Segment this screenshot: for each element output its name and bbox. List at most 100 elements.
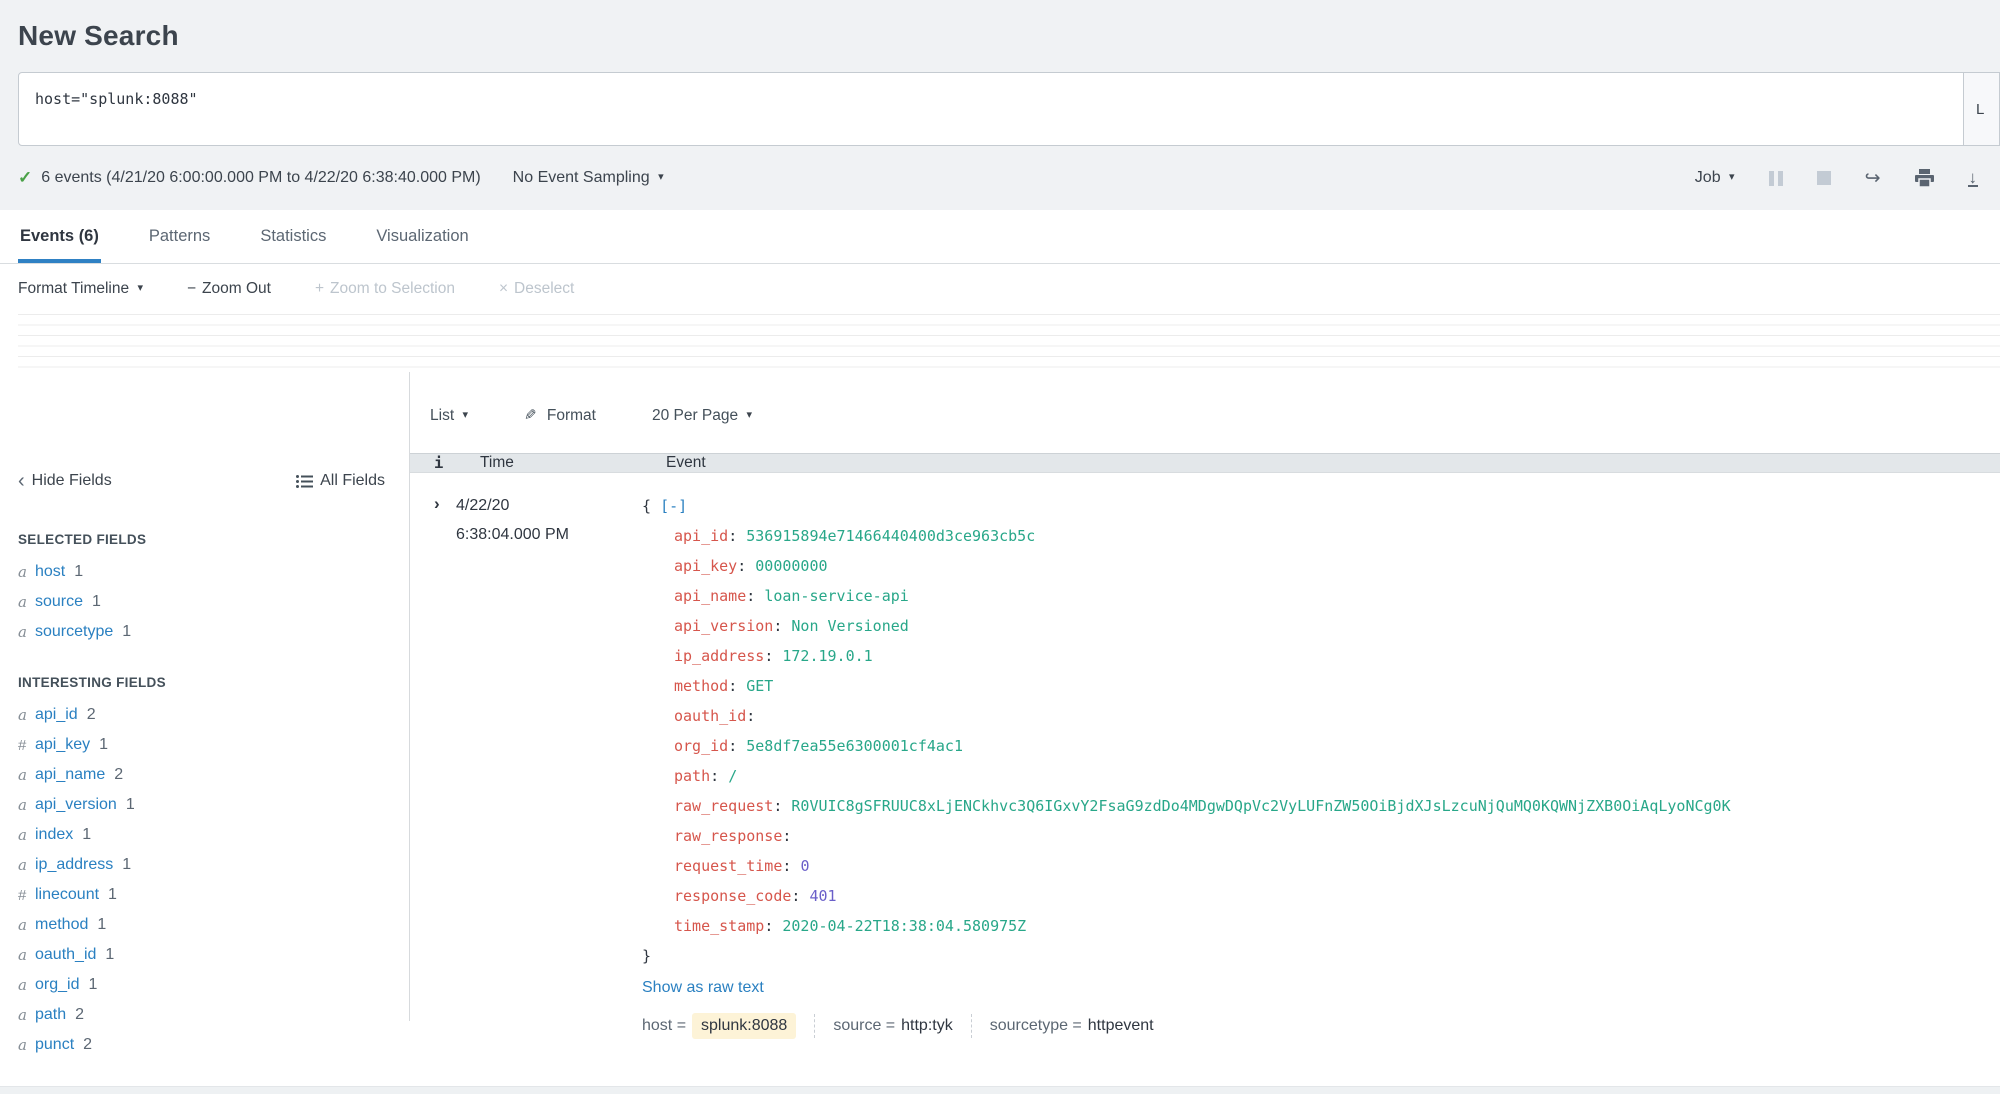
zoom-out-button[interactable]: − Zoom Out	[187, 280, 271, 298]
json-key[interactable]: api_name	[674, 587, 746, 605]
column-header-time: Time	[480, 454, 514, 471]
format-timeline-dropdown[interactable]: Format Timeline ▾	[18, 280, 143, 298]
json-key[interactable]: request_time	[674, 857, 782, 875]
json-key[interactable]: path	[674, 767, 710, 785]
field-link-path[interactable]: path	[35, 1006, 66, 1024]
results-tabs: Events (6) Patterns Statistics Visualiza…	[0, 210, 2000, 264]
json-key[interactable]: api_version	[674, 617, 773, 635]
stop-icon	[1816, 171, 1831, 185]
json-key[interactable]: method	[674, 677, 728, 695]
meta-value-source[interactable]: http:tyk	[901, 1017, 953, 1035]
json-value[interactable]: 0	[800, 857, 809, 875]
tab-patterns[interactable]: Patterns	[147, 213, 212, 263]
field-link-source[interactable]: source	[35, 593, 83, 611]
json-collapse-toggle[interactable]: [-]	[660, 497, 687, 515]
field-link-api_id[interactable]: api_id	[35, 706, 78, 724]
event-timeline-chart[interactable]	[18, 312, 2000, 372]
json-key[interactable]: ip_address	[674, 647, 764, 665]
field-link-sourcetype[interactable]: sourcetype	[35, 623, 113, 641]
field-link-host[interactable]: host	[35, 563, 65, 581]
json-value[interactable]: 401	[809, 887, 836, 905]
json-value[interactable]: 536915894e71466440400d3ce963cb5c	[746, 527, 1035, 545]
json-value[interactable]: R0VUIC8gSFRUUC8xLjENCkhvc3Q6IGxvY2FsaG9z…	[791, 797, 1730, 815]
json-value[interactable]: 2020-04-22T18:38:04.580975Z	[782, 917, 1026, 935]
json-key[interactable]: raw_request	[674, 797, 773, 815]
export-button[interactable]: ↓	[1967, 169, 1978, 187]
show-raw-text-link[interactable]: Show as raw text	[642, 973, 764, 1003]
expand-event-chevron[interactable]: ›	[434, 494, 440, 513]
field-link-linecount[interactable]: linecount	[35, 886, 99, 904]
field-row-api_id: a api_id 2	[0, 700, 409, 730]
job-dropdown[interactable]: Job ▾	[1695, 169, 1735, 187]
print-button[interactable]	[1914, 169, 1934, 187]
json-value[interactable]: /	[728, 767, 737, 785]
field-type-icon: a	[18, 706, 27, 724]
field-count: 1	[74, 563, 84, 580]
per-page-dropdown[interactable]: 20 Per Page ▾	[652, 407, 752, 425]
event-time-cell: 4/22/20 6:38:04.000 PM	[456, 491, 642, 1039]
meta-value-host[interactable]: splunk:8088	[692, 1013, 797, 1039]
tab-events[interactable]: Events (6)	[18, 213, 101, 263]
tab-visualization[interactable]: Visualization	[374, 213, 470, 263]
json-value[interactable]: loan-service-api	[764, 587, 909, 605]
field-link-method[interactable]: method	[35, 916, 88, 934]
tab-statistics[interactable]: Statistics	[258, 213, 328, 263]
field-type-icon: a	[18, 766, 27, 784]
json-key[interactable]: time_stamp	[674, 917, 764, 935]
field-link-oauth_id[interactable]: oauth_id	[35, 946, 96, 964]
field-row-ip_address: a ip_address 1	[0, 850, 409, 880]
json-value[interactable]: 172.19.0.1	[782, 647, 872, 665]
zoom-to-selection-button[interactable]: + Zoom to Selection	[315, 280, 455, 298]
stop-button[interactable]	[1816, 171, 1831, 185]
field-link-org_id[interactable]: org_id	[35, 976, 79, 994]
share-button[interactable]: ↪	[1865, 167, 1881, 190]
field-type-icon: a	[18, 1006, 27, 1024]
field-link-api_version[interactable]: api_version	[35, 796, 117, 814]
time-range-picker-button[interactable]: L	[1964, 72, 2000, 146]
selected-fields-heading: SELECTED FIELDS	[18, 532, 147, 547]
json-key[interactable]: api_key	[674, 557, 737, 575]
json-value[interactable]: GET	[746, 677, 773, 695]
job-status-row: ✓ 6 events (4/21/20 6:00:00.000 PM to 4/…	[0, 146, 2000, 210]
field-link-api_key[interactable]: api_key	[35, 736, 90, 754]
json-key[interactable]: org_id	[674, 737, 728, 755]
field-link-api_name[interactable]: api_name	[35, 766, 105, 784]
field-row-index: a index 1	[0, 820, 409, 850]
time-range-label: L	[1976, 100, 1985, 118]
json-value[interactable]: Non Versioned	[791, 617, 908, 635]
json-key[interactable]: api_id	[674, 527, 728, 545]
field-type-icon: a	[18, 1036, 27, 1054]
list-view-dropdown[interactable]: List ▾	[430, 407, 468, 425]
field-link-ip_address[interactable]: ip_address	[35, 856, 113, 874]
field-link-index[interactable]: index	[35, 826, 73, 844]
share-icon: ↪	[1864, 167, 1881, 189]
search-input[interactable]	[18, 72, 1964, 146]
field-count: 1	[82, 826, 92, 843]
field-row-method: a method 1	[0, 910, 409, 940]
chevron-down-icon: ▾	[746, 408, 752, 421]
json-value[interactable]: 00000000	[755, 557, 827, 575]
hide-fields-button[interactable]: ‹ Hide Fields	[18, 471, 112, 491]
all-fields-button[interactable]: All Fields	[296, 472, 385, 490]
pause-button[interactable]	[1768, 170, 1783, 186]
field-row-oauth_id: a oauth_id 1	[0, 940, 409, 970]
format-results-button[interactable]: ✎ Format	[524, 406, 596, 425]
json-key[interactable]: oauth_id	[674, 707, 746, 725]
chevron-down-icon: ▾	[1729, 171, 1735, 183]
meta-value-sourcetype[interactable]: httpevent	[1088, 1017, 1154, 1035]
event-meta-row: host = splunk:8088 source = http:tyk sourcet…	[642, 1013, 2000, 1039]
json-key[interactable]: response_code	[674, 887, 791, 905]
json-value[interactable]: 5e8df7ea55e6300001cf4ac1	[746, 737, 963, 755]
event-sampling-dropdown[interactable]: No Event Sampling ▾	[513, 169, 664, 187]
field-row-source: a source 1	[0, 587, 409, 617]
deselect-button[interactable]: × Deselect	[499, 280, 574, 298]
json-field-ip_address: ip_address: 172.19.0.1	[674, 647, 873, 665]
json-key[interactable]: raw_response	[674, 827, 782, 845]
field-link-punct[interactable]: punct	[35, 1036, 74, 1054]
pause-icon	[1768, 170, 1783, 186]
field-count: 2	[86, 706, 96, 723]
field-count: 1	[88, 976, 98, 993]
events-panel: List ▾ ✎ Format 20 Per Page ▾ i Time Eve…	[410, 372, 2000, 1039]
plus-icon: +	[314, 280, 325, 297]
bottom-scroll-strip[interactable]	[0, 1086, 2000, 1094]
